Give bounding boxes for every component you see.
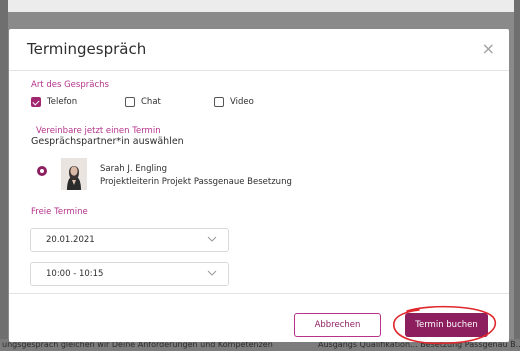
partner-heading: Gesprächspartner*in auswählen (31, 136, 184, 147)
partner-role: Projektleiterin Projekt Passgenaue Beset… (100, 177, 292, 187)
time-value: 10:00 - 10:15 (46, 269, 104, 279)
chat-checkbox[interactable] (125, 97, 135, 107)
avatar (61, 158, 87, 190)
slots-label: Freie Termine (31, 207, 88, 217)
telefon-label: Telefon (47, 97, 78, 107)
appointment-modal: Termingespräch × Art des Gesprächs Telef… (9, 29, 509, 342)
modal-footer: Abbrechen Termin buchen (9, 293, 509, 342)
chevron-down-icon (207, 236, 217, 242)
telefon-checkbox[interactable] (31, 97, 41, 107)
option-telefon[interactable]: Telefon (31, 95, 77, 109)
page-background-left (0, 0, 8, 351)
close-icon[interactable]: × (482, 39, 495, 58)
chat-label: Chat (141, 97, 161, 107)
partner-radio[interactable] (37, 166, 47, 176)
book-appointment-button[interactable]: Termin buchen (405, 313, 488, 337)
chevron-down-icon (207, 270, 217, 276)
option-chat[interactable]: Chat (125, 95, 161, 109)
conversation-type-label: Art des Gesprächs (31, 80, 109, 90)
appointment-label: Vereinbare jetzt einen Termin (36, 126, 161, 136)
date-select[interactable]: 20.01.2021 (30, 228, 229, 252)
cancel-button[interactable]: Abbrechen (294, 313, 381, 337)
video-label: Video (230, 97, 254, 107)
page-background-top (0, 0, 520, 12)
page-background-right (514, 0, 520, 351)
video-checkbox[interactable] (214, 97, 224, 107)
date-value: 20.01.2021 (46, 235, 95, 245)
modal-title: Termingespräch (27, 40, 147, 58)
partner-name: Sarah J. Engling (100, 164, 167, 174)
time-select[interactable]: 10:00 - 10:15 (30, 262, 229, 286)
option-video[interactable]: Video (214, 95, 254, 109)
modal-header: Termingespräch × (9, 29, 509, 71)
